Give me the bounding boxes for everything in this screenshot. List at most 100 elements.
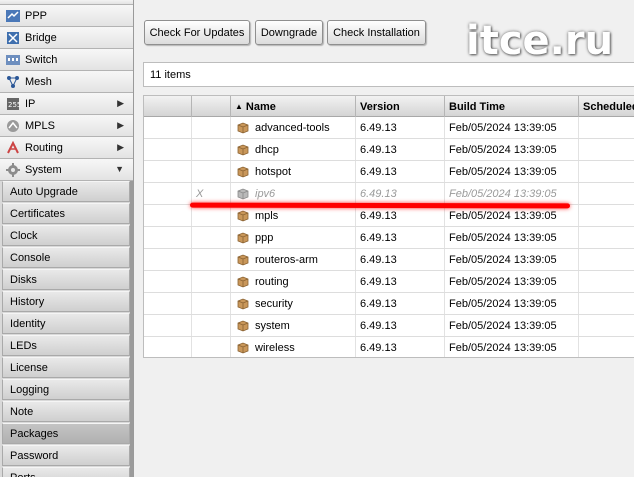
row-name-cell: ipv6	[231, 183, 356, 204]
column-header-scheduled[interactable]: Scheduled	[579, 96, 634, 117]
column-header-blank[interactable]	[144, 96, 192, 117]
row-flag-cell	[192, 337, 231, 357]
table-row[interactable]: system 6.49.13 Feb/05/2024 13:39:05	[144, 315, 634, 337]
row-version-cell: 6.49.13	[356, 117, 445, 138]
submenu-console[interactable]: Console	[2, 247, 130, 268]
submenu-note[interactable]: Note	[2, 401, 130, 422]
table-row[interactable]: hotspot 6.49.13 Feb/05/2024 13:39:05	[144, 161, 634, 183]
row-flag-cell	[192, 227, 231, 248]
row-build-time-cell: Feb/05/2024 13:39:05	[445, 117, 579, 138]
submenu-license[interactable]: License	[2, 357, 130, 378]
table-row[interactable]: wireless 6.49.13 Feb/05/2024 13:39:05	[144, 337, 634, 357]
package-name: routing	[255, 275, 289, 288]
row-flag-cell	[192, 161, 231, 182]
row-scheduled-cell	[579, 205, 634, 226]
row-scheduled-cell	[579, 117, 634, 138]
sidebar-item-label: Bridge	[25, 31, 57, 44]
package-name: security	[255, 297, 293, 310]
package-name: mpls	[255, 209, 279, 222]
submenu-ports[interactable]: Ports	[2, 467, 130, 477]
column-header-version[interactable]: Version	[356, 96, 445, 117]
table-row[interactable]: Xipv6 6.49.13 Feb/05/2024 13:39:05	[144, 183, 634, 205]
items-count: 11 items	[143, 62, 634, 87]
row-name-cell: wireless	[231, 337, 356, 357]
table-row[interactable]: ppp 6.49.13 Feb/05/2024 13:39:05	[144, 227, 634, 249]
row-blank-cell	[144, 161, 192, 182]
row-build-time-cell: Feb/05/2024 13:39:05	[445, 161, 579, 182]
submenu-clock[interactable]: Clock	[2, 225, 130, 246]
row-scheduled-cell	[579, 227, 634, 248]
submenu-scroll-strip	[130, 181, 133, 477]
package-name: hotspot	[255, 165, 292, 178]
submenu-leds[interactable]: LEDs	[2, 335, 130, 356]
row-blank-cell	[144, 183, 192, 204]
ppp-icon	[5, 8, 21, 24]
row-version-cell: 6.49.13	[356, 271, 445, 292]
sidebar-item-ip[interactable]: 255 IP ▶	[0, 93, 133, 115]
column-header-flag[interactable]	[192, 96, 231, 117]
submenu-certificates[interactable]: Certificates	[2, 203, 130, 224]
row-blank-cell	[144, 249, 192, 270]
row-version-cell: 6.49.13	[356, 293, 445, 314]
sidebar-item-mpls[interactable]: MPLS ▶	[0, 115, 133, 137]
row-blank-cell	[144, 271, 192, 292]
strike-through-annotation	[189, 202, 571, 209]
table-row[interactable]: dhcp 6.49.13 Feb/05/2024 13:39:05	[144, 139, 634, 161]
submenu-disks[interactable]: Disks	[2, 269, 130, 290]
table-row[interactable]: advanced-tools 6.49.13 Feb/05/2024 13:39:0…	[144, 117, 634, 139]
sidebar: PPP Bridge Switch Mesh 255 IP ▶ MPLS ▶	[0, 0, 134, 477]
submenu-password[interactable]: Password	[2, 445, 130, 466]
row-name-cell: routing	[231, 271, 356, 292]
submenu-auto-upgrade[interactable]: Auto Upgrade	[2, 181, 130, 202]
submenu-packages[interactable]: Packages	[2, 423, 130, 444]
sidebar-item-ppp[interactable]: PPP	[0, 5, 133, 27]
row-scheduled-cell	[579, 139, 634, 160]
row-scheduled-cell	[579, 315, 634, 336]
check-installation-button[interactable]: Check Installation	[327, 20, 426, 45]
row-flag-cell	[192, 139, 231, 160]
submenu-logging[interactable]: Logging	[2, 379, 130, 400]
column-header-label: Name	[245, 100, 276, 113]
package-icon	[237, 210, 249, 221]
sidebar-item-label: Switch	[25, 53, 58, 66]
sidebar-item-label: Mesh	[25, 75, 52, 88]
row-build-time-cell: Feb/05/2024 13:39:05	[445, 139, 579, 160]
row-build-time-cell: Feb/05/2024 13:39:05	[445, 293, 579, 314]
row-version-cell: 6.49.13	[356, 227, 445, 248]
submenu-history[interactable]: History	[2, 291, 130, 312]
row-flag-cell	[192, 315, 231, 336]
row-name-cell: ppp	[231, 227, 356, 248]
row-name-cell: routeros-arm	[231, 249, 356, 270]
chevron-right-icon: ▶	[117, 98, 124, 108]
package-icon	[237, 342, 249, 353]
sidebar-item-system[interactable]: System ▼	[0, 159, 133, 181]
check-for-updates-button[interactable]: Check For Updates	[144, 20, 250, 45]
sidebar-item-label: System	[25, 163, 62, 176]
table-row[interactable]: routing 6.49.13 Feb/05/2024 13:39:05	[144, 271, 634, 293]
package-name: ppp	[255, 231, 274, 244]
row-flag-cell	[192, 293, 231, 314]
downgrade-button[interactable]: Downgrade	[255, 20, 323, 45]
watermark-logo: itce.ru	[466, 18, 614, 64]
sidebar-item-switch[interactable]: Switch	[0, 49, 133, 71]
row-scheduled-cell	[579, 293, 634, 314]
row-version-cell: 6.49.13	[356, 183, 445, 204]
package-name: ipv6	[255, 187, 276, 200]
table-row[interactable]: security 6.49.13 Feb/05/2024 13:39:05	[144, 293, 634, 315]
sidebar-item-mesh[interactable]: Mesh	[0, 71, 133, 93]
row-build-time-cell: Feb/05/2024 13:39:05	[445, 337, 579, 357]
row-flag-cell	[192, 271, 231, 292]
submenu-identity[interactable]: Identity	[2, 313, 130, 334]
package-icon	[237, 232, 249, 243]
column-header-build-time[interactable]: Build Time	[445, 96, 579, 117]
row-version-cell: 6.49.13	[356, 139, 445, 160]
column-header-name[interactable]: ▲ Name	[231, 96, 356, 117]
sidebar-item-routing[interactable]: Routing ▶	[0, 137, 133, 159]
sidebar-item-label: Routing	[25, 141, 63, 154]
sidebar-item-bridge[interactable]: Bridge	[0, 27, 133, 49]
bridge-icon	[5, 30, 21, 46]
row-build-time-cell: Feb/05/2024 13:39:05	[445, 227, 579, 248]
row-build-time-cell: Feb/05/2024 13:39:05	[445, 315, 579, 336]
table-row[interactable]: routeros-arm 6.49.13 Feb/05/2024 13:39:05	[144, 249, 634, 271]
row-flag-cell	[192, 205, 231, 226]
